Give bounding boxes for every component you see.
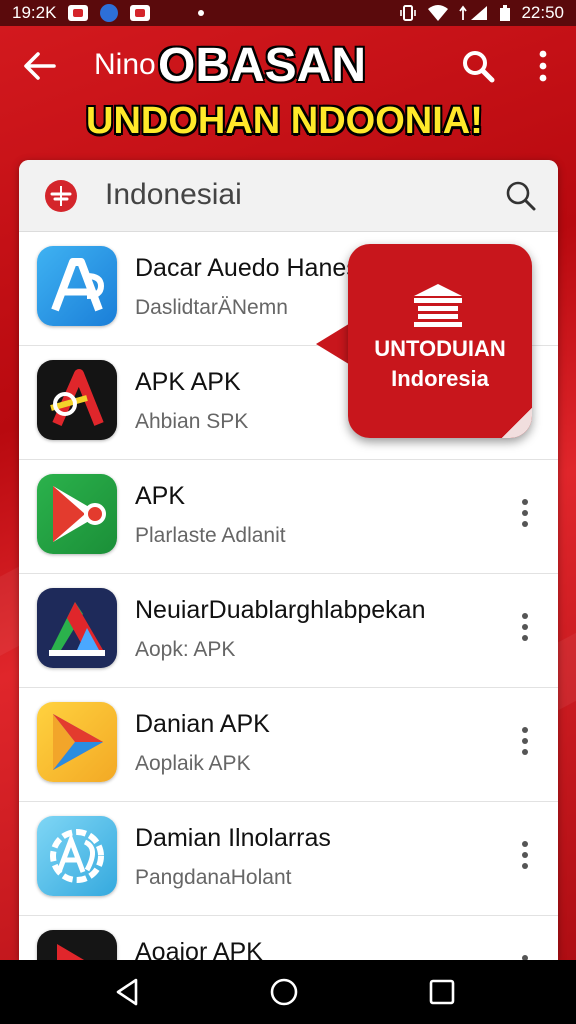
notification-shield-icon xyxy=(100,4,119,22)
vibrate-icon xyxy=(400,5,417,21)
play-store-green-icon xyxy=(37,474,117,554)
list-item[interactable]: NeuiarDuablarghlabpekan Aopk: APK xyxy=(19,574,558,688)
app-subtitle: PangdanaHolant xyxy=(135,866,292,889)
status-time-right: 22:50 xyxy=(521,3,564,22)
app-name: APK APK xyxy=(135,368,241,396)
building-icon xyxy=(414,284,462,327)
back-arrow-icon[interactable] xyxy=(20,48,60,84)
app-subtitle: Aopk: APK xyxy=(135,638,236,661)
list-item[interactable]: Danian APK Aoplaik APK xyxy=(19,688,558,802)
header-title: OBASAN xyxy=(158,39,367,92)
wifi-icon xyxy=(428,5,449,21)
item-more-options-icon[interactable] xyxy=(515,950,535,960)
item-more-options-icon[interactable] xyxy=(515,494,535,546)
app-name: NeuiarDuablarghlabpekan xyxy=(135,596,426,624)
nav-recents-icon[interactable] xyxy=(424,974,460,1010)
app-store-blue-icon xyxy=(37,246,117,326)
notification-dot-icon xyxy=(198,10,205,16)
nav-back-icon[interactable] xyxy=(110,974,146,1010)
cell-signal-icon xyxy=(459,5,488,20)
apk-letter-a-icon xyxy=(37,360,117,440)
app-subtitle: Aoplaik APK xyxy=(135,752,251,775)
promo-bubble-tail xyxy=(316,322,352,366)
app-subtitle: Ahbian SPK xyxy=(135,410,249,433)
promo-bubble[interactable]: UNTODUIAN Indoresia xyxy=(348,244,532,438)
brand-logo-icon xyxy=(45,180,77,212)
battery-icon xyxy=(500,5,511,21)
play-prism-yellow-icon xyxy=(37,702,117,782)
promo-subtitle: Indoresia xyxy=(391,366,489,391)
status-bar: 19:2K 22:50 xyxy=(0,0,576,26)
system-nav-bar xyxy=(0,960,576,1024)
app-subtitle: DaslidtarÄNemn xyxy=(135,296,288,319)
promo-title: UNTODUIAN xyxy=(374,336,506,361)
search-icon[interactable] xyxy=(458,46,498,86)
list-item[interactable]: Aoaior APK xyxy=(19,916,558,960)
list-item[interactable]: Damian Ilnolarras PangdanaHolant xyxy=(19,802,558,916)
play-dark-icon xyxy=(37,930,117,960)
item-more-options-icon[interactable] xyxy=(515,722,535,774)
gear-letters-cyan-icon xyxy=(37,816,117,896)
overflow-menu-icon[interactable] xyxy=(530,46,556,86)
notification-message-icon xyxy=(130,5,151,21)
app-name: Danian APK xyxy=(135,710,270,738)
list-item[interactable]: APK Plarlaste Adlanit xyxy=(19,460,558,574)
header-subtitle: UNDOHAN NDOONIA! xyxy=(86,100,483,142)
app-name: Aoaior APK xyxy=(135,938,263,960)
app-name: Dacar Auedo Hanesm xyxy=(135,254,380,282)
search-icon[interactable] xyxy=(501,176,541,216)
app-subtitle: Plarlaste Adlanit xyxy=(135,524,286,547)
search-input[interactable]: Indonesiai xyxy=(105,178,242,212)
app-header: Nino OBASAN UNDOHAN NDOONIA! xyxy=(0,26,576,150)
app-name: APK xyxy=(135,482,186,510)
status-time-left: 19:2K xyxy=(12,3,57,22)
item-more-options-icon[interactable] xyxy=(515,608,535,660)
header-prefix: Nino xyxy=(94,48,156,81)
notification-app-icon xyxy=(68,5,89,21)
nav-home-icon[interactable] xyxy=(266,974,302,1010)
search-bar[interactable]: Indonesiai xyxy=(19,160,558,232)
apk-triangle-navy-icon xyxy=(37,588,117,668)
item-more-options-icon[interactable] xyxy=(515,836,535,888)
app-name: Damian Ilnolarras xyxy=(135,824,331,852)
